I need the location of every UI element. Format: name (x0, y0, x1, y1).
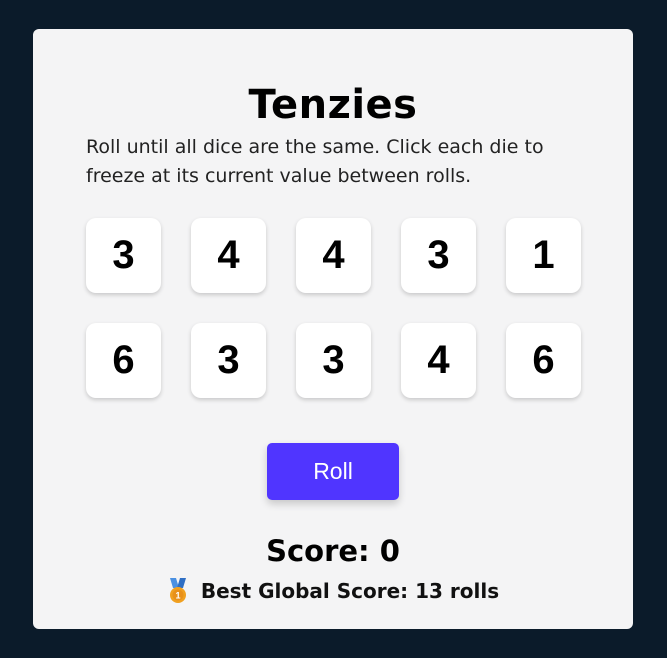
die[interactable]: 4 (296, 218, 371, 293)
die[interactable]: 3 (296, 323, 371, 398)
svg-text:1: 1 (175, 591, 180, 601)
game-title: Tenzies (248, 82, 418, 128)
die[interactable]: 3 (401, 218, 476, 293)
medal-icon: 1 (169, 578, 186, 603)
dice-grid: 3 4 4 3 1 6 3 3 4 6 (86, 218, 581, 398)
instructions-text: Roll until all dice are the same. Click … (86, 136, 544, 187)
die[interactable]: 3 (191, 323, 266, 398)
best-score: 1 Best Global Score: 13 rolls (33, 578, 633, 604)
die[interactable]: 6 (506, 323, 581, 398)
die[interactable]: 4 (401, 323, 476, 398)
roll-button[interactable]: Roll (267, 443, 399, 500)
best-score-text: Best Global Score: 13 rolls (200, 579, 500, 603)
die[interactable]: 3 (86, 218, 161, 293)
die[interactable]: 6 (86, 323, 161, 398)
die[interactable]: 1 (506, 218, 581, 293)
game-card: Tenzies Roll until all dice are the same… (33, 29, 633, 629)
die[interactable]: 4 (191, 218, 266, 293)
score-display: Score: 0 (266, 534, 400, 568)
